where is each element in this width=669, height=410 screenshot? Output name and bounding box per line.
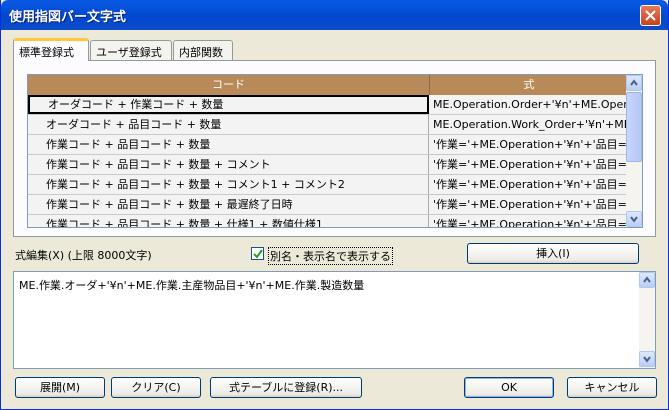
cell-code: 作業コード + 品目コード + 数量 + コメント bbox=[28, 155, 429, 174]
title-bar[interactable]: 使用指図バー文字式 bbox=[1, 0, 668, 30]
cell-formula: '作業='+ME.Operation+'¥n'+'品目='+ME. bbox=[433, 218, 628, 228]
grid-header: コード 式 bbox=[28, 75, 628, 95]
cancel-button[interactable]: キャンセル bbox=[567, 377, 657, 398]
grid-scrollbar[interactable] bbox=[626, 75, 642, 227]
table-row[interactable]: 作業コード + 品目コード + 数量 + コメント '作業='+ME.Opera… bbox=[28, 155, 628, 175]
cell-formula: ME.Operation.Work_Order+'¥n'+ME.Ope bbox=[433, 118, 628, 131]
insert-button[interactable]: 挿入(I) bbox=[467, 243, 639, 264]
scroll-down-button[interactable] bbox=[639, 351, 655, 367]
expand-button[interactable]: 展開(M) bbox=[15, 377, 105, 398]
scroll-up-button[interactable] bbox=[639, 272, 655, 288]
column-header-formula[interactable]: 式 bbox=[430, 75, 628, 95]
table-row[interactable]: 作業コード + 品目コード + 数量 + 最遅終了日時 '作業='+ME.Ope… bbox=[28, 195, 628, 215]
clear-button[interactable]: クリア(C) bbox=[111, 377, 201, 398]
arrow-up-icon bbox=[630, 79, 638, 86]
edit-label: 式編集(X) (上限 8000文字) bbox=[15, 249, 152, 262]
table-row[interactable]: オーダコード + 作業コード + 数量 ME.Operation.Order+'… bbox=[28, 95, 628, 115]
tab-label: ユーザ登録式 bbox=[96, 46, 162, 59]
window-title: 使用指図バー文字式 bbox=[9, 10, 127, 25]
check-icon bbox=[253, 249, 263, 259]
cell-formula: '作業='+ME.Operation+'¥n'+'品目='+ME. bbox=[433, 198, 628, 211]
table-row[interactable]: オーダコード + 品目コード + 数量 ME.Operation.Work_Or… bbox=[28, 115, 628, 135]
tab-internal-functions[interactable]: 内部関数 bbox=[173, 40, 233, 60]
cell-code: 作業コード + 品目コード + 数量 + コメント1 + コメント2 bbox=[28, 175, 429, 194]
ok-button[interactable]: OK bbox=[464, 377, 554, 398]
cell-code: オーダコード + 作業コード + 数量 bbox=[28, 95, 429, 114]
cell-formula: '作業='+ME.Operation+'¥n'+'品目='+ME. bbox=[433, 158, 628, 171]
table-row[interactable]: 作業コード + 品目コード + 数量 + 仕様1 + 数値仕様1 '作業='+M… bbox=[28, 215, 628, 228]
table-row[interactable]: 作業コード + 品目コード + 数量 '作業='+ME.Operation+'¥… bbox=[28, 135, 628, 155]
cell-code: 作業コード + 品目コード + 数量 + 仕様1 + 数値仕様1 bbox=[28, 215, 429, 227]
cell-code: 作業コード + 品目コード + 数量 + 最遅終了日時 bbox=[28, 195, 429, 214]
register-button[interactable]: 式テーブルに登録(R)... bbox=[210, 377, 362, 398]
formula-editor[interactable]: ME.作業.オーダ+'¥n'+ME.作業.主産物品目+'¥n'+ME.作業.製造… bbox=[13, 271, 656, 369]
column-header-code[interactable]: コード bbox=[28, 75, 430, 95]
arrow-up-icon bbox=[643, 276, 651, 283]
cell-code: オーダコード + 品目コード + 数量 bbox=[28, 115, 429, 134]
arrow-down-icon bbox=[643, 356, 651, 363]
editor-scrollbar[interactable] bbox=[639, 272, 655, 368]
alias-display-checkbox[interactable] bbox=[251, 247, 264, 260]
tab-label: 内部関数 bbox=[179, 46, 223, 59]
cell-formula: ME.Operation.Order+'¥n'+ME.Operation. bbox=[433, 98, 628, 111]
tab-standard[interactable]: 標準登録式 bbox=[13, 38, 89, 61]
arrow-down-icon bbox=[630, 216, 638, 223]
cell-code: 作業コード + 品目コード + 数量 bbox=[28, 135, 429, 154]
close-button[interactable] bbox=[640, 5, 661, 26]
cell-formula: '作業='+ME.Operation+'¥n'+'品目='+ME. bbox=[433, 178, 628, 191]
cell-formula: '作業='+ME.Operation+'¥n'+'品目='+ME. bbox=[433, 138, 628, 151]
formula-grid: コード 式 オーダコード + 作業コード + 数量 ME.Operation.O… bbox=[27, 74, 643, 228]
close-icon bbox=[645, 10, 656, 21]
table-row[interactable]: 作業コード + 品目コード + 数量 + コメント1 + コメント2 '作業='… bbox=[28, 175, 628, 195]
scroll-down-button[interactable] bbox=[626, 211, 642, 227]
scroll-thumb[interactable] bbox=[626, 92, 642, 162]
scroll-up-button[interactable] bbox=[626, 75, 642, 91]
tab-user[interactable]: ユーザ登録式 bbox=[90, 40, 172, 60]
tab-label: 標準登録式 bbox=[19, 46, 74, 59]
formula-text[interactable]: ME.作業.オーダ+'¥n'+ME.作業.主産物品目+'¥n'+ME.作業.製造… bbox=[19, 277, 364, 293]
dialog-window: 使用指図バー文字式 標準登録式 ユーザ登録式 内部関数 コード 式 オーダコード… bbox=[0, 0, 669, 410]
alias-display-label[interactable]: 別名・表示名で表示する bbox=[268, 247, 393, 265]
